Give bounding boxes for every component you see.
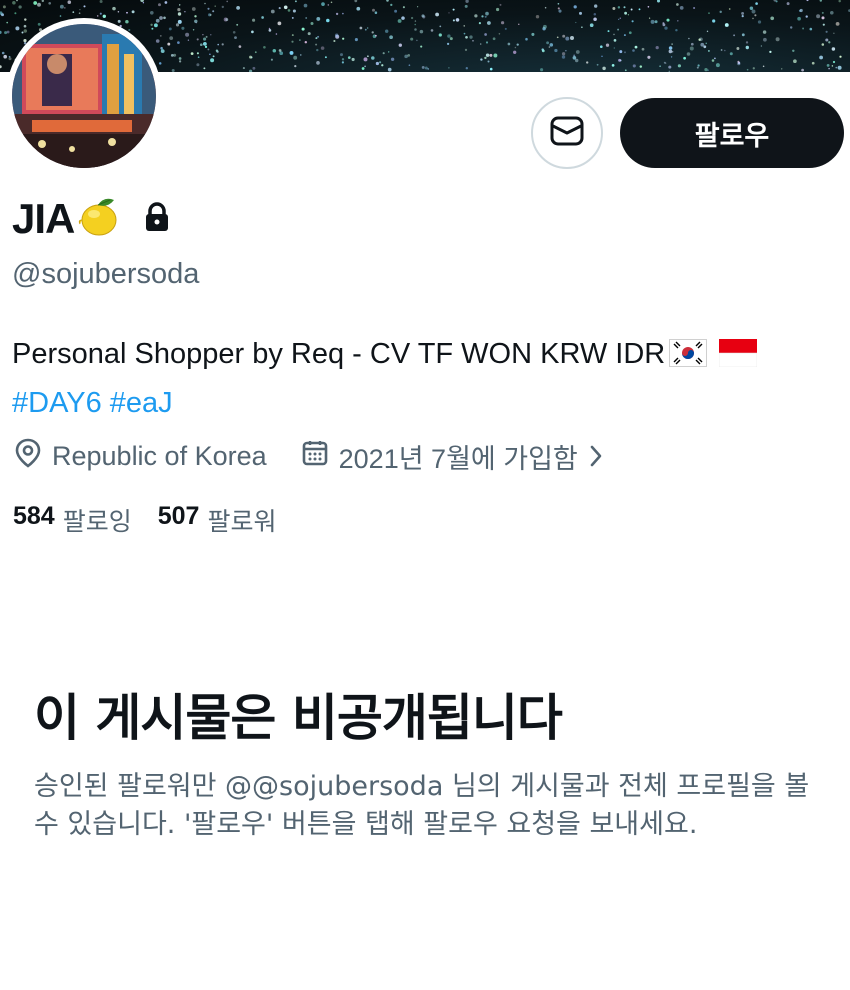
following-stat[interactable]: 584 팔로잉: [13, 502, 132, 538]
followers-label: 팔로워: [207, 508, 277, 536]
follow-stats: 584 팔로잉 507 팔로워: [13, 500, 276, 540]
private-notice-title: 이 게시물은 비공개됩니다: [34, 689, 563, 747]
followers-count: 507: [157, 502, 200, 530]
join-date[interactable]: 2021년 7월에 가입함: [301, 437, 604, 476]
profile-bio: Personal Shopper by Req - CV TF WON KRW …: [12, 332, 842, 426]
follow-button-label: 팔로우: [694, 120, 770, 152]
followers-stat[interactable]: 507 팔로워: [158, 502, 277, 538]
avatar[interactable]: [6, 18, 162, 174]
envelope-icon: [549, 115, 585, 151]
user-handle: @sojubersoda: [12, 258, 200, 290]
following-count: 584: [13, 502, 55, 530]
location: Republic of Korea: [14, 438, 267, 475]
map-pin-icon: [14, 438, 42, 475]
avatar-image: [12, 24, 156, 168]
lock-icon: [142, 201, 172, 237]
profile-meta: Republic of Korea 2021년 7월에 가입함: [14, 436, 604, 476]
lemon-icon: [76, 194, 122, 244]
following-label: 팔로잉: [62, 508, 132, 536]
display-name: JIA: [12, 195, 75, 242]
message-button[interactable]: [531, 97, 603, 169]
join-date-text: 2021년 7월에 가입함: [338, 443, 578, 474]
south-korea-flag-icon: [669, 336, 708, 381]
calendar-icon: [301, 439, 329, 474]
bio-text: Personal Shopper by Req - CV TF WON KRW …: [12, 338, 666, 370]
follow-button[interactable]: 팔로우: [620, 98, 844, 168]
private-notice-body: 승인된 팔로워만 @@sojubersoda 님의 게시물과 전체 프로필을 볼…: [34, 771, 810, 840]
bio-hashtags[interactable]: #DAY6 #eaJ: [12, 387, 173, 419]
display-name-row: JIA: [12, 194, 172, 244]
chevron-right-icon: [588, 444, 604, 468]
indonesia-flag-icon: [719, 336, 758, 381]
location-text: Republic of Korea: [52, 440, 267, 471]
